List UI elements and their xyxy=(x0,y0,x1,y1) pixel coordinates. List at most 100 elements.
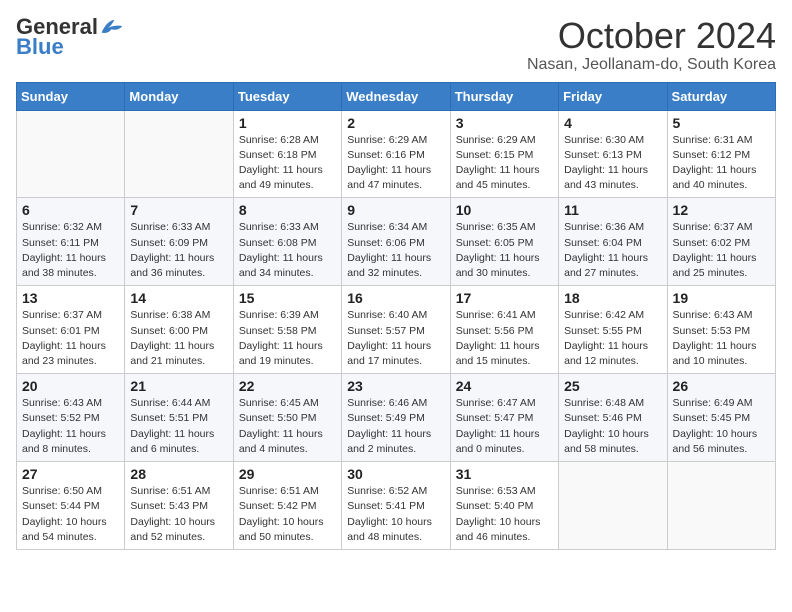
day-cell xyxy=(17,110,125,198)
day-number: 16 xyxy=(347,290,444,306)
day-info: Sunrise: 6:29 AM Sunset: 6:16 PM Dayligh… xyxy=(347,133,444,194)
day-cell: 15 Sunrise: 6:39 AM Sunset: 5:58 PM Dayli… xyxy=(233,286,341,374)
day-info: Sunrise: 6:46 AM Sunset: 5:49 PM Dayligh… xyxy=(347,396,444,457)
day-cell xyxy=(559,462,667,550)
day-number: 19 xyxy=(673,290,770,306)
day-info: Sunrise: 6:48 AM Sunset: 5:46 PM Dayligh… xyxy=(564,396,661,457)
day-number: 6 xyxy=(22,202,119,218)
day-info: Sunrise: 6:43 AM Sunset: 5:52 PM Dayligh… xyxy=(22,396,119,457)
week-row-5: 27 Sunrise: 6:50 AM Sunset: 5:44 PM Dayli… xyxy=(17,462,776,550)
logo-bird-icon xyxy=(100,18,124,36)
day-info: Sunrise: 6:39 AM Sunset: 5:58 PM Dayligh… xyxy=(239,308,336,369)
day-cell: 3Sunrise: 6:29 AM Sunset: 6:15 PM Daylig… xyxy=(450,110,558,198)
day-info: Sunrise: 6:52 AM Sunset: 5:41 PM Dayligh… xyxy=(347,484,444,545)
day-number: 18 xyxy=(564,290,661,306)
day-cell: 4Sunrise: 6:30 AM Sunset: 6:13 PM Daylig… xyxy=(559,110,667,198)
calendar: SundayMondayTuesdayWednesdayThursdayFrid… xyxy=(16,82,776,550)
day-info: Sunrise: 6:43 AM Sunset: 5:53 PM Dayligh… xyxy=(673,308,770,369)
day-info: Sunrise: 6:40 AM Sunset: 5:57 PM Dayligh… xyxy=(347,308,444,369)
day-cell: 29 Sunrise: 6:51 AM Sunset: 5:42 PM Dayli… xyxy=(233,462,341,550)
day-cell: 8Sunrise: 6:33 AM Sunset: 6:08 PM Daylig… xyxy=(233,198,341,286)
day-cell: 2 Sunrise: 6:29 AM Sunset: 6:16 PM Daylig… xyxy=(342,110,450,198)
day-info: Sunrise: 6:34 AM Sunset: 6:06 PM Dayligh… xyxy=(347,220,444,281)
day-cell: 21Sunrise: 6:44 AM Sunset: 5:51 PM Dayli… xyxy=(125,374,233,462)
day-info: Sunrise: 6:47 AM Sunset: 5:47 PM Dayligh… xyxy=(456,396,553,457)
day-info: Sunrise: 6:38 AM Sunset: 6:00 PM Dayligh… xyxy=(130,308,227,369)
day-number: 15 xyxy=(239,290,336,306)
day-number: 31 xyxy=(456,466,553,482)
day-cell: 14 Sunrise: 6:38 AM Sunset: 6:00 PM Dayli… xyxy=(125,286,233,374)
day-cell: 7Sunrise: 6:33 AM Sunset: 6:09 PM Daylig… xyxy=(125,198,233,286)
day-info: Sunrise: 6:33 AM Sunset: 6:08 PM Dayligh… xyxy=(239,220,336,281)
location: Nasan, Jeollanam-do, South Korea xyxy=(527,56,776,74)
day-cell: 10 Sunrise: 6:35 AM Sunset: 6:05 PM Dayli… xyxy=(450,198,558,286)
day-cell: 9 Sunrise: 6:34 AM Sunset: 6:06 PM Daylig… xyxy=(342,198,450,286)
day-info: Sunrise: 6:36 AM Sunset: 6:04 PM Dayligh… xyxy=(564,220,661,281)
week-row-4: 20 Sunrise: 6:43 AM Sunset: 5:52 PM Dayli… xyxy=(17,374,776,462)
day-cell: 18 Sunrise: 6:42 AM Sunset: 5:55 PM Dayli… xyxy=(559,286,667,374)
day-cell: 6 Sunrise: 6:32 AM Sunset: 6:11 PM Daylig… xyxy=(17,198,125,286)
day-cell: 28 Sunrise: 6:51 AM Sunset: 5:43 PM Dayli… xyxy=(125,462,233,550)
day-cell: 17 Sunrise: 6:41 AM Sunset: 5:56 PM Dayli… xyxy=(450,286,558,374)
day-number: 14 xyxy=(130,290,227,306)
day-info: Sunrise: 6:45 AM Sunset: 5:50 PM Dayligh… xyxy=(239,396,336,457)
day-cell: 1 Sunrise: 6:28 AM Sunset: 6:18 PM Daylig… xyxy=(233,110,341,198)
day-cell: 20 Sunrise: 6:43 AM Sunset: 5:52 PM Dayli… xyxy=(17,374,125,462)
day-number: 11 xyxy=(564,202,661,218)
day-info: Sunrise: 6:51 AM Sunset: 5:42 PM Dayligh… xyxy=(239,484,336,545)
day-cell: 27 Sunrise: 6:50 AM Sunset: 5:44 PM Dayli… xyxy=(17,462,125,550)
day-info: Sunrise: 6:42 AM Sunset: 5:55 PM Dayligh… xyxy=(564,308,661,369)
day-number: 13 xyxy=(22,290,119,306)
day-number: 12 xyxy=(673,202,770,218)
day-header-sunday: Sunday xyxy=(17,82,125,110)
logo: General Blue xyxy=(16,16,124,60)
page-header: General Blue October 2024 Nasan, Jeollan… xyxy=(16,16,776,74)
day-cell: 19 Sunrise: 6:43 AM Sunset: 5:53 PM Dayli… xyxy=(667,286,775,374)
day-number: 17 xyxy=(456,290,553,306)
day-cell: 11 Sunrise: 6:36 AM Sunset: 6:04 PM Dayli… xyxy=(559,198,667,286)
day-cell: 22 Sunrise: 6:45 AM Sunset: 5:50 PM Dayli… xyxy=(233,374,341,462)
week-row-1: 1 Sunrise: 6:28 AM Sunset: 6:18 PM Daylig… xyxy=(17,110,776,198)
day-number: 20 xyxy=(22,378,119,394)
day-number: 28 xyxy=(130,466,227,482)
day-info: Sunrise: 6:51 AM Sunset: 5:43 PM Dayligh… xyxy=(130,484,227,545)
day-info: Sunrise: 6:53 AM Sunset: 5:40 PM Dayligh… xyxy=(456,484,553,545)
day-info: Sunrise: 6:41 AM Sunset: 5:56 PM Dayligh… xyxy=(456,308,553,369)
days-header-row: SundayMondayTuesdayWednesdayThursdayFrid… xyxy=(17,82,776,110)
day-info: Sunrise: 6:49 AM Sunset: 5:45 PM Dayligh… xyxy=(673,396,770,457)
day-info: Sunrise: 6:28 AM Sunset: 6:18 PM Dayligh… xyxy=(239,133,336,194)
day-cell: 5Sunrise: 6:31 AM Sunset: 6:12 PM Daylig… xyxy=(667,110,775,198)
day-info: Sunrise: 6:33 AM Sunset: 6:09 PM Dayligh… xyxy=(130,220,227,281)
day-number: 3 xyxy=(456,115,553,131)
day-header-friday: Friday xyxy=(559,82,667,110)
day-number: 1 xyxy=(239,115,336,131)
day-cell: 25Sunrise: 6:48 AM Sunset: 5:46 PM Dayli… xyxy=(559,374,667,462)
day-number: 22 xyxy=(239,378,336,394)
day-number: 10 xyxy=(456,202,553,218)
month-title: October 2024 xyxy=(527,16,776,56)
day-header-wednesday: Wednesday xyxy=(342,82,450,110)
day-number: 29 xyxy=(239,466,336,482)
day-header-thursday: Thursday xyxy=(450,82,558,110)
day-info: Sunrise: 6:31 AM Sunset: 6:12 PM Dayligh… xyxy=(673,133,770,194)
day-cell: 31 Sunrise: 6:53 AM Sunset: 5:40 PM Dayli… xyxy=(450,462,558,550)
day-number: 26 xyxy=(673,378,770,394)
day-cell: 12Sunrise: 6:37 AM Sunset: 6:02 PM Dayli… xyxy=(667,198,775,286)
day-info: Sunrise: 6:32 AM Sunset: 6:11 PM Dayligh… xyxy=(22,220,119,281)
day-cell: 23 Sunrise: 6:46 AM Sunset: 5:49 PM Dayli… xyxy=(342,374,450,462)
day-info: Sunrise: 6:35 AM Sunset: 6:05 PM Dayligh… xyxy=(456,220,553,281)
day-number: 9 xyxy=(347,202,444,218)
logo-blue-text: Blue xyxy=(16,34,64,60)
day-info: Sunrise: 6:44 AM Sunset: 5:51 PM Dayligh… xyxy=(130,396,227,457)
day-number: 27 xyxy=(22,466,119,482)
day-header-tuesday: Tuesday xyxy=(233,82,341,110)
title-block: October 2024 Nasan, Jeollanam-do, South … xyxy=(527,16,776,74)
day-number: 30 xyxy=(347,466,444,482)
day-info: Sunrise: 6:50 AM Sunset: 5:44 PM Dayligh… xyxy=(22,484,119,545)
day-cell xyxy=(667,462,775,550)
day-number: 23 xyxy=(347,378,444,394)
day-cell xyxy=(125,110,233,198)
day-info: Sunrise: 6:30 AM Sunset: 6:13 PM Dayligh… xyxy=(564,133,661,194)
day-number: 2 xyxy=(347,115,444,131)
day-number: 24 xyxy=(456,378,553,394)
